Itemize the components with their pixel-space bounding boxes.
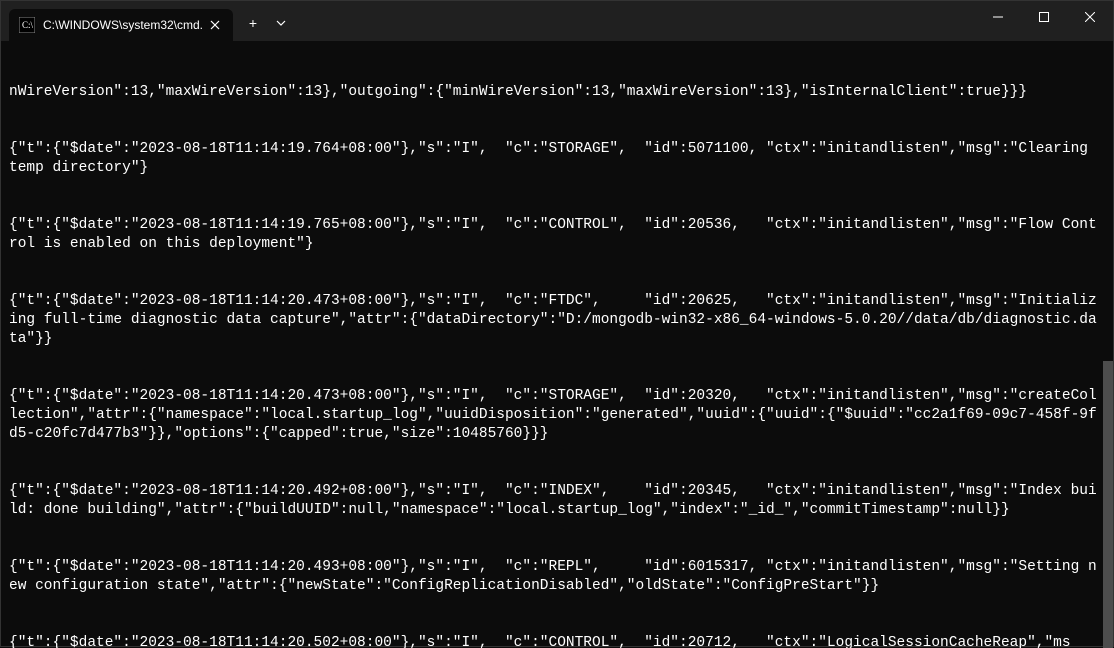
close-window-button[interactable] <box>1067 1 1113 33</box>
maximize-button[interactable] <box>1021 1 1067 33</box>
minimize-button[interactable] <box>975 1 1021 33</box>
tab-close-button[interactable] <box>207 17 223 33</box>
cmd-icon: C:\ <box>19 17 35 33</box>
window-controls <box>975 1 1113 41</box>
log-line: {"t":{"$date":"2023-08-18T11:14:20.502+0… <box>9 634 1105 648</box>
terminal-output[interactable]: nWireVersion":13,"maxWireVersion":13},"o… <box>1 41 1113 648</box>
log-line: {"t":{"$date":"2023-08-18T11:14:20.493+0… <box>9 558 1105 596</box>
log-line: nWireVersion":13,"maxWireVersion":13},"o… <box>9 83 1105 102</box>
titlebar: C:\ C:\WINDOWS\system32\cmd. + <box>1 1 1113 41</box>
new-tab-button[interactable]: + <box>237 7 269 39</box>
log-line: {"t":{"$date":"2023-08-18T11:14:20.492+0… <box>9 482 1105 520</box>
tab-active[interactable]: C:\ C:\WINDOWS\system32\cmd. <box>9 9 233 41</box>
log-line: {"t":{"$date":"2023-08-18T11:14:19.765+0… <box>9 216 1105 254</box>
tab-title: C:\WINDOWS\system32\cmd. <box>43 18 203 32</box>
log-line: {"t":{"$date":"2023-08-18T11:14:20.473+0… <box>9 292 1105 349</box>
scrollbar-thumb[interactable] <box>1103 361 1113 648</box>
log-line: {"t":{"$date":"2023-08-18T11:14:19.764+0… <box>9 140 1105 178</box>
tab-dropdown-button[interactable] <box>269 7 293 39</box>
log-line: {"t":{"$date":"2023-08-18T11:14:20.473+0… <box>9 387 1105 444</box>
svg-text:C:\: C:\ <box>22 20 34 30</box>
